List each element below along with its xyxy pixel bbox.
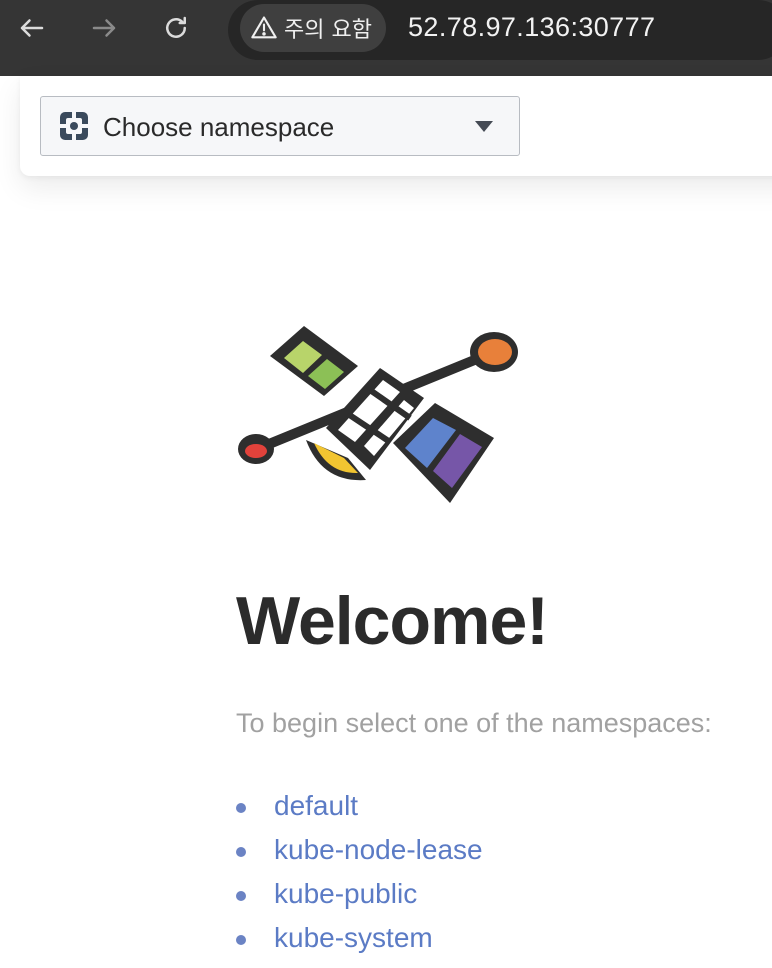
security-indicator[interactable]: 주의 요함 xyxy=(240,4,386,52)
browser-toolbar: 주의 요함 52.78.97.136:30777 xyxy=(0,0,772,76)
caret-down-icon xyxy=(475,121,493,132)
namespace-link-kube-system[interactable]: kube-system xyxy=(274,922,433,954)
satellite-logo-icon xyxy=(238,326,518,503)
namespace-select-placeholder: Choose namespace xyxy=(103,112,335,142)
forward-button[interactable] xyxy=(86,10,122,46)
reload-icon xyxy=(166,16,186,38)
bullet-icon xyxy=(236,847,246,857)
bullet-icon xyxy=(236,891,246,901)
namespace-link-kube-public[interactable]: kube-public xyxy=(274,878,417,910)
bullet-icon xyxy=(236,935,246,945)
namespace-link-default[interactable]: default xyxy=(274,790,358,822)
page-title: Welcome! xyxy=(236,583,549,659)
arrow-right-icon xyxy=(92,19,116,37)
bullet-icon xyxy=(236,803,246,813)
reload-button[interactable] xyxy=(158,10,194,46)
namespace-icon xyxy=(60,112,88,140)
arrow-left-icon xyxy=(20,19,44,37)
back-button[interactable] xyxy=(14,10,50,46)
page-subtitle: To begin select one of the namespaces: xyxy=(236,708,712,738)
namespace-link-kube-node-lease[interactable]: kube-node-lease xyxy=(274,834,483,866)
namespace-select[interactable]: Choose namespace xyxy=(40,96,520,156)
warning-triangle-icon xyxy=(251,16,277,39)
security-label: 주의 요함 xyxy=(284,18,372,43)
url-text[interactable]: 52.78.97.136:30777 xyxy=(408,12,655,43)
